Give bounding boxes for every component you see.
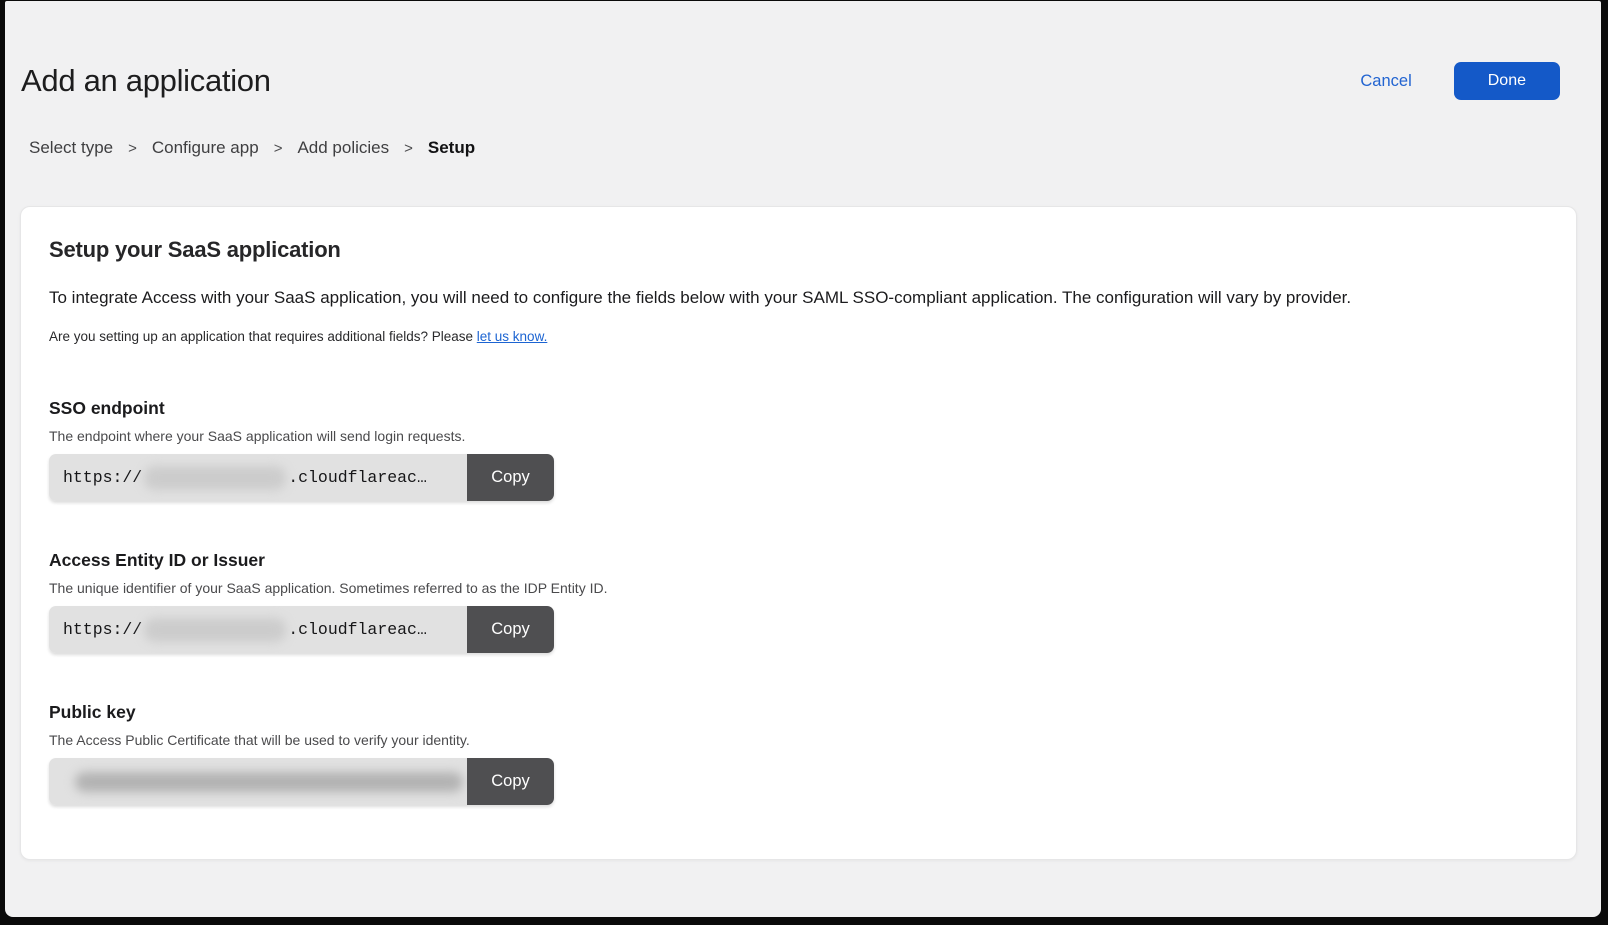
card-intro-text: To integrate Access with your SaaS appli… — [49, 287, 1548, 309]
breadcrumb-item[interactable]: Setup — [428, 138, 475, 158]
setup-field: Access Entity ID or Issuer The unique id… — [49, 549, 1548, 653]
redacted-value-blur — [144, 618, 286, 642]
note-text: Are you setting up an application that r… — [49, 329, 477, 344]
field-value-suffix: .cloudflareac… — [288, 468, 427, 487]
field-value-prefix: https:// — [63, 468, 142, 487]
fields-list: SSO endpoint The endpoint where your Saa… — [49, 397, 1548, 805]
copy-button[interactable]: Copy — [467, 758, 554, 805]
header-actions: Cancel Done — [1360, 62, 1560, 100]
breadcrumb-separator: > — [128, 140, 137, 157]
breadcrumb-item[interactable]: Configure app — [152, 138, 259, 158]
breadcrumb-separator: > — [274, 140, 283, 157]
card-note-text: Are you setting up an application that r… — [49, 328, 1548, 345]
breadcrumb-item[interactable]: Add policies — [297, 138, 389, 158]
field-description: The unique identifier of your SaaS appli… — [49, 580, 1548, 597]
done-button[interactable]: Done — [1454, 62, 1560, 100]
breadcrumb: Select type > Configure app > Add policies > S… — [29, 138, 1577, 158]
redacted-value-blur — [144, 466, 286, 490]
field-value-row: https:// .cloudflareac… Copy — [49, 606, 554, 653]
setup-field: SSO endpoint The endpoint where your Saa… — [49, 397, 1548, 501]
redacted-value-blur — [75, 772, 463, 792]
page-header: Add an application Cancel Done — [20, 1, 1577, 103]
let-us-know-link[interactable]: let us know. — [477, 329, 548, 344]
field-value-prefix: https:// — [63, 620, 142, 639]
app-window: Add an application Cancel Done Select ty… — [5, 1, 1601, 917]
page-title: Add an application — [21, 59, 271, 103]
setup-field: Public key The Access Public Certificate… — [49, 701, 1548, 805]
field-label: Public key — [49, 701, 1548, 723]
field-value-box: https:// .cloudflareac… — [49, 454, 467, 501]
breadcrumb-separator: > — [404, 140, 413, 157]
field-label: SSO endpoint — [49, 397, 1548, 419]
breadcrumb-item[interactable]: Select type — [29, 138, 113, 158]
field-value-box: https:// .cloudflareac… — [49, 606, 467, 653]
field-value-suffix: .cloudflareac… — [288, 620, 427, 639]
card-heading: Setup your SaaS application — [49, 237, 1548, 263]
field-label: Access Entity ID or Issuer — [49, 549, 1548, 571]
field-description: The endpoint where your SaaS application… — [49, 428, 1548, 445]
setup-card: Setup your SaaS application To integrate… — [20, 206, 1577, 860]
cancel-button[interactable]: Cancel — [1360, 72, 1411, 91]
field-value-box — [49, 758, 467, 805]
copy-button[interactable]: Copy — [467, 454, 554, 501]
field-value-row: https:// .cloudflareac… Copy — [49, 454, 554, 501]
field-description: The Access Public Certificate that will … — [49, 732, 1548, 749]
field-value-row: Copy — [49, 758, 554, 805]
copy-button[interactable]: Copy — [467, 606, 554, 653]
page-content: Add an application Cancel Done Select ty… — [5, 1, 1601, 860]
